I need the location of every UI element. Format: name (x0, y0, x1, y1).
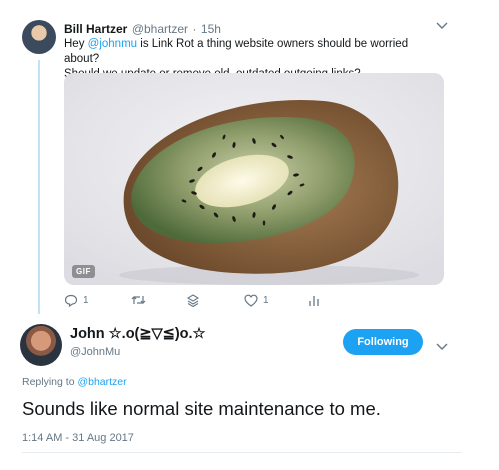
separator: · (192, 22, 197, 36)
tweet-header: Bill Hartzer @bhartzer · 15h (64, 20, 221, 38)
avatar[interactable] (22, 20, 56, 54)
retweet-icon (131, 296, 146, 304)
dm-icon (187, 294, 199, 307)
tweet-text-line1: Hey @johnmu is Link Rot a thing website … (64, 38, 409, 65)
tweet-media[interactable] (64, 73, 444, 285)
mention-link[interactable]: @johnmu (88, 38, 137, 50)
replying-to: Replying to @bhartzer (22, 376, 127, 388)
author-handle[interactable]: @bhartzer (132, 22, 188, 36)
like-action[interactable]: 1 (244, 294, 269, 307)
reply-timestamp[interactable]: 1:14 AM - 31 Aug 2017 (22, 432, 134, 444)
like-icon (244, 294, 258, 307)
chevron-down-icon[interactable] (436, 19, 448, 33)
thread-line (38, 60, 40, 314)
analytics-action[interactable] (308, 294, 320, 307)
tweet-time[interactable]: 15h (201, 22, 221, 36)
reply-action[interactable]: 1 (64, 294, 89, 307)
chevron-down-icon[interactable] (436, 338, 448, 356)
avatar[interactable] (20, 324, 62, 366)
retweet-action[interactable] (131, 294, 146, 306)
like-count: 1 (263, 295, 269, 306)
kiwi-image (64, 73, 444, 285)
reply-author-handle[interactable]: @JohnMu (70, 346, 120, 358)
reply-text: Sounds like normal site maintenance to m… (22, 398, 381, 419)
author-name[interactable]: Bill Hartzer (64, 22, 127, 36)
divider (22, 452, 462, 453)
replying-to-handle[interactable]: @bhartzer (77, 376, 126, 388)
reply-icon (64, 294, 78, 307)
following-button[interactable]: Following (343, 329, 423, 355)
reply-count: 1 (83, 295, 89, 306)
gif-badge: GIF (72, 265, 95, 278)
analytics-icon (309, 296, 319, 306)
dm-action[interactable] (187, 294, 199, 307)
reply-author-name[interactable]: John ☆.o(≧▽≦)o.☆ (70, 326, 206, 342)
